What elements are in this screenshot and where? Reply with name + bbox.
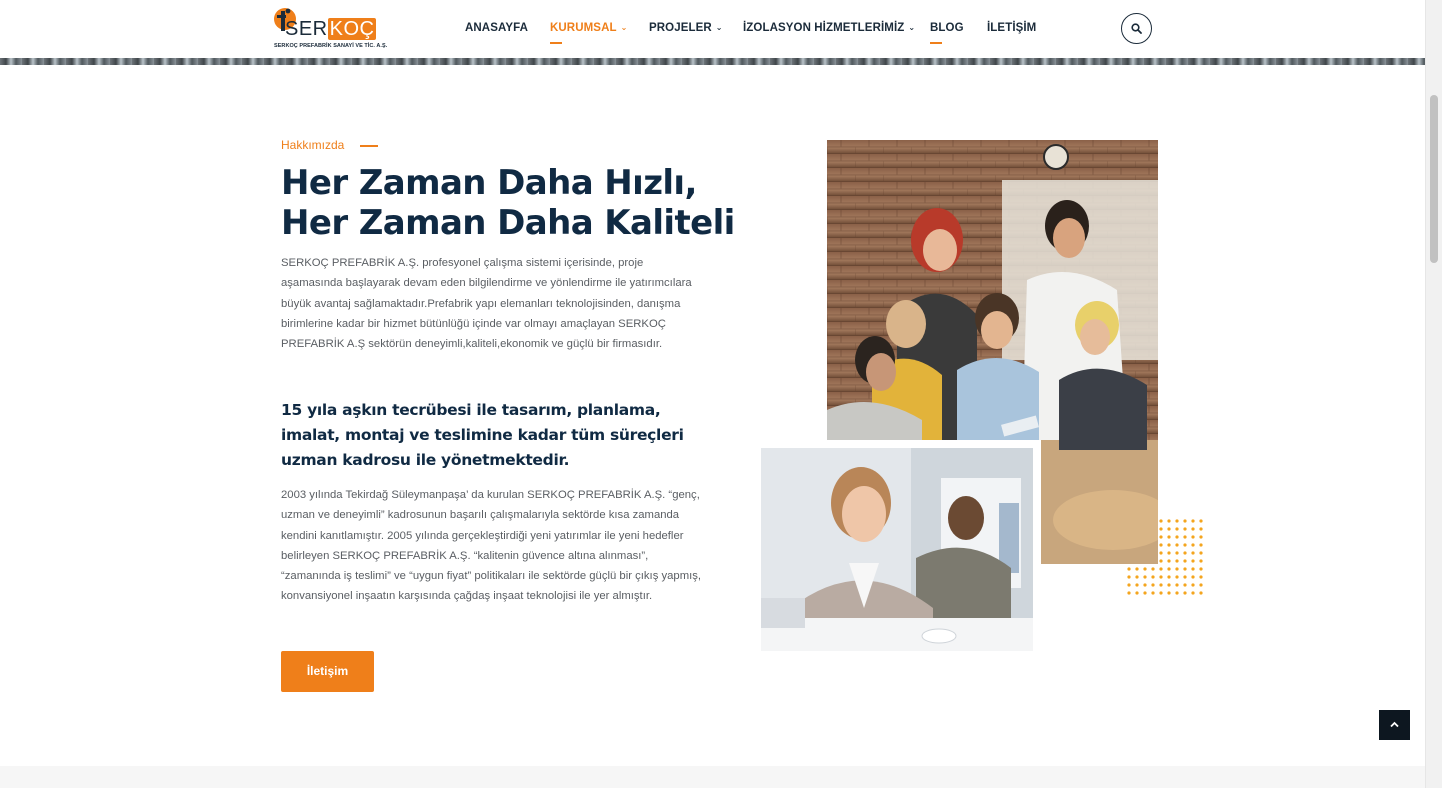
about-subheading: 15 yıla aşkın tecrübesi ile tasarım, pla… — [281, 401, 684, 469]
chevron-up-icon — [1390, 721, 1399, 728]
site-header: SER KOÇ SERKOÇ PREFABRİK SANAYİ VE TİC. A… — [0, 0, 1425, 58]
logo-text: SER KOÇ — [285, 18, 377, 40]
next-section-band — [0, 766, 1425, 788]
nav-item-kurumsal[interactable]: KURUMSAL ⌄ — [550, 22, 627, 34]
nav-item-projeler[interactable]: PROJELER ⌄ — [649, 22, 723, 34]
search-button[interactable] — [1121, 13, 1152, 44]
nav-item-blog[interactable]: BLOG — [930, 22, 964, 34]
smiling-businesswoman-photo — [761, 448, 1033, 651]
section-title: Her Zaman Daha Hızlı, Her Zaman Daha Kal… — [281, 163, 735, 243]
hero-image-strip — [0, 58, 1425, 65]
eyebrow-divider — [360, 145, 378, 147]
page-scrollbar[interactable] — [1425, 0, 1442, 788]
scrollbar-thumb[interactable] — [1430, 95, 1438, 263]
about-paragraph-1: SERKOÇ PREFABRİK A.Ş. profesyonel çalışm… — [281, 257, 692, 351]
brand-logo[interactable]: SER KOÇ SERKOÇ PREFABRİK SANAYİ VE TİC. A… — [272, 6, 387, 52]
nav-item-iletisim[interactable]: İLETİŞİM — [987, 22, 1036, 34]
chevron-down-icon: ⌄ — [620, 23, 628, 32]
chevron-down-icon: ⌄ — [908, 23, 916, 32]
chevron-down-icon: ⌄ — [715, 23, 723, 32]
decorative-dots — [1127, 519, 1203, 595]
logo-tagline: SERKOÇ PREFABRİK SANAYİ VE TİC. A.Ş. — [274, 43, 388, 49]
about-paragraph-2: 2003 yılında Tekirdağ Süleymanpaşa’ da k… — [281, 489, 702, 603]
nav-hover-indicator — [930, 42, 942, 44]
back-to-top-button[interactable] — [1379, 710, 1410, 740]
nav-item-anasayfa[interactable]: ANASAYFA — [465, 22, 528, 34]
search-icon — [1131, 23, 1142, 34]
section-eyebrow: Hakkımızda — [281, 138, 345, 152]
nav-item-izolasyon[interactable]: İZOLASYON HİZMETLERİMİZ ⌄ — [743, 22, 915, 34]
contact-button[interactable]: İletişim — [281, 651, 374, 692]
nav-active-indicator — [550, 42, 562, 44]
